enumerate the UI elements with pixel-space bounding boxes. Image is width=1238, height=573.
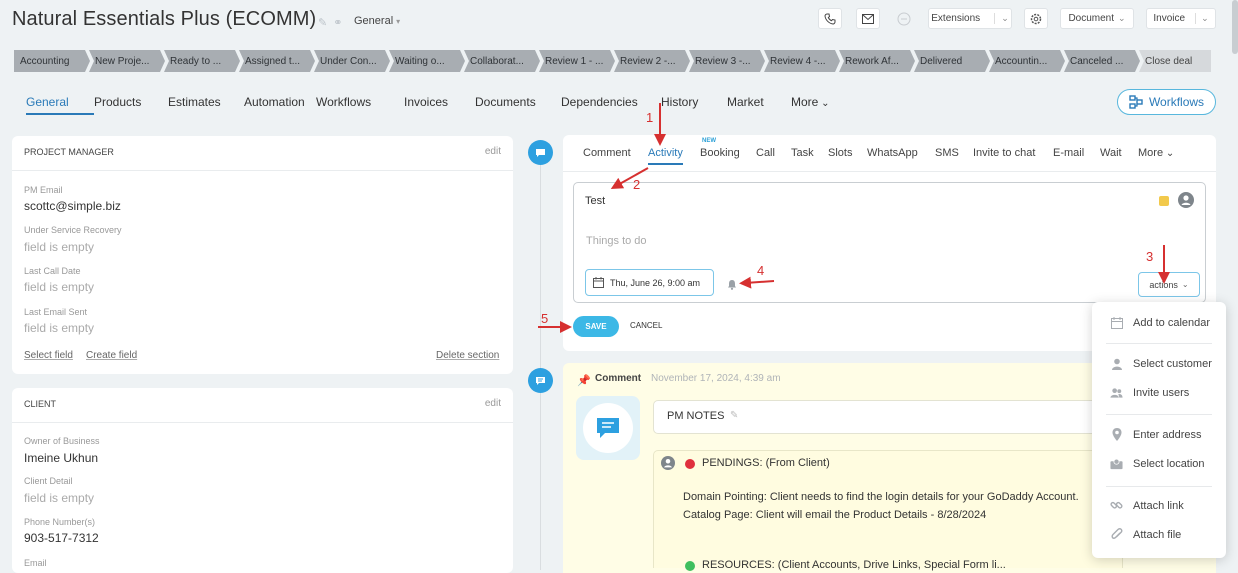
calendar-icon	[1110, 316, 1123, 329]
resources-heading: RESOURCES: (Client Accounts, Drive Links…	[702, 559, 1006, 571]
red-dot-icon	[685, 459, 695, 469]
menu-item-invite-users[interactable]: Invite users	[1110, 386, 1189, 399]
pencil-icon[interactable]: ✎	[730, 410, 738, 421]
menu-item-attach-file[interactable]: Attach file	[1110, 528, 1181, 541]
menu-divider	[1106, 486, 1212, 487]
note-line: Domain Pointing: Client needs to find th…	[683, 491, 1079, 503]
user-icon	[661, 456, 675, 470]
location-icon	[1110, 457, 1123, 470]
menu-item-select-location[interactable]: Select location	[1110, 457, 1205, 470]
menu-divider	[1106, 414, 1212, 415]
comment-avatar-circle	[583, 403, 633, 453]
annotation-arrow-2	[610, 167, 649, 189]
map-pin-icon	[1110, 428, 1123, 441]
annotation-number: 4	[757, 263, 765, 278]
menu-item-select-customer[interactable]: Select customer	[1110, 357, 1212, 370]
green-dot-icon	[685, 561, 695, 571]
pin-icon[interactable]: 📌	[577, 374, 591, 387]
user-icon	[1110, 357, 1123, 370]
menu-divider	[1106, 343, 1212, 344]
comment-avatar	[576, 396, 640, 460]
annotation-arrow-4	[739, 276, 775, 289]
menu-item-label: Attach link	[1133, 499, 1184, 512]
author-avatar	[661, 456, 675, 475]
menu-item-label: Select location	[1133, 457, 1205, 470]
notes-title: PM NOTES	[667, 410, 725, 422]
comment-timestamp: November 17, 2024, 4:39 am	[651, 373, 781, 384]
menu-item-label: Invite users	[1133, 386, 1190, 399]
link-icon	[1110, 499, 1123, 512]
menu-item-label: Attach file	[1133, 528, 1182, 541]
annotation-number: 5	[541, 311, 549, 326]
annotation-number: 1	[646, 110, 654, 125]
menu-item-label: Add to calendar	[1133, 316, 1211, 329]
menu-item-add-to-calendar[interactable]: Add to calendar	[1110, 316, 1210, 329]
menu-item-enter-address[interactable]: Enter address	[1110, 428, 1201, 441]
menu-item-attach-link[interactable]: Attach link	[1110, 499, 1184, 512]
comment-type: Comment	[595, 373, 642, 384]
note-line: Catalog Page: Client will email the Prod…	[683, 509, 987, 521]
menu-item-label: Select customer	[1133, 357, 1212, 370]
annotation-number: 3	[1146, 249, 1154, 264]
chat-bubble-icon	[597, 418, 619, 438]
annotation-number: 2	[633, 177, 641, 192]
pendings-heading: PENDINGS: (From Client)	[702, 457, 830, 469]
actions-menu: Add to calendar Select customer Invite u…	[1092, 302, 1226, 558]
paperclip-icon	[1110, 528, 1123, 541]
users-icon	[1110, 386, 1123, 399]
menu-item-label: Enter address	[1133, 428, 1202, 441]
